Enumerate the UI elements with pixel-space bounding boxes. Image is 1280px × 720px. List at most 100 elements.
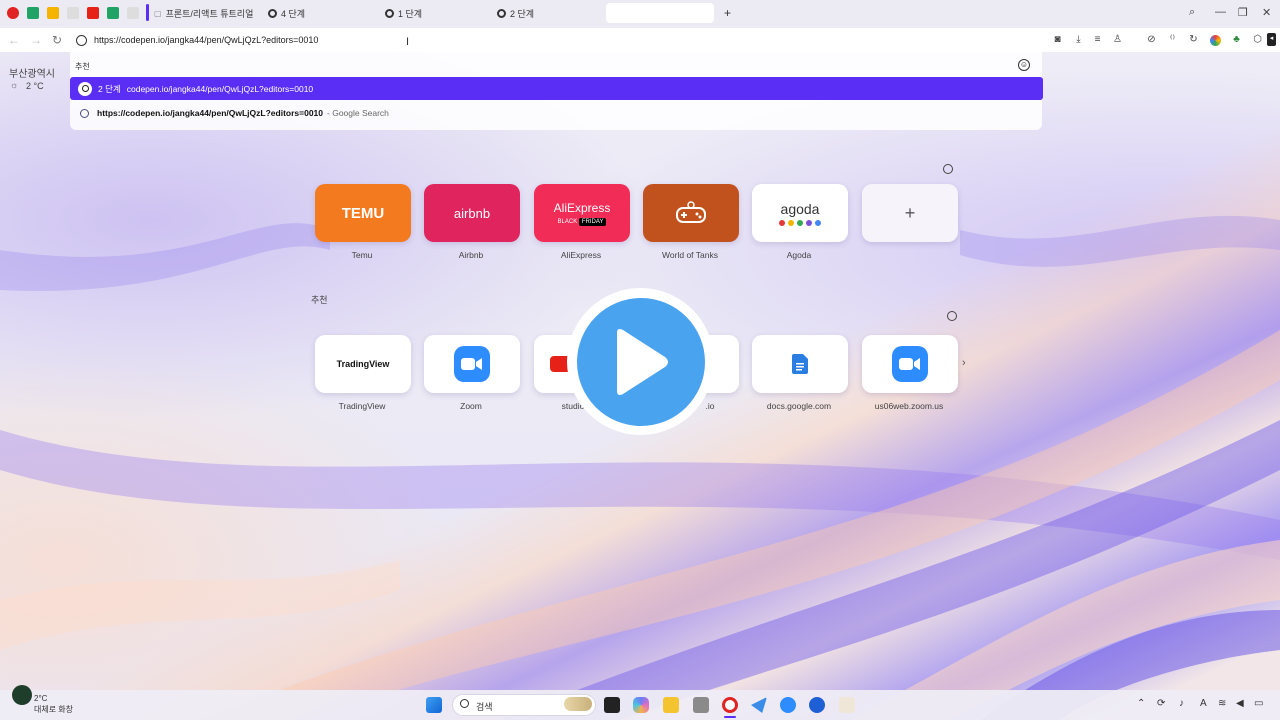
- google-docs-icon: [792, 354, 808, 374]
- site-info-icon[interactable]: [76, 35, 87, 46]
- video-play-button[interactable]: [567, 288, 714, 435]
- weather-city[interactable]: 부산광역시: [9, 65, 55, 80]
- tab-step-1[interactable]: 1 단계: [385, 3, 495, 23]
- emoji-icon[interactable]: ☺: [1018, 59, 1030, 71]
- speed-dial-label: Agoda: [786, 250, 812, 260]
- zoom-camera-icon: [892, 346, 928, 382]
- suggestion-google-search[interactable]: https://codepen.io/jangka44/pen/QwLjQzL?…: [70, 102, 1043, 124]
- speed-dial-temu[interactable]: TEMU: [315, 184, 411, 242]
- emoji-icon[interactable]: [947, 311, 957, 321]
- close-button[interactable]: ✕: [1262, 6, 1271, 19]
- weather-temp: 2 °C: [26, 81, 44, 91]
- minimize-button[interactable]: —: [1215, 6, 1226, 18]
- codepen-icon: [385, 8, 394, 18]
- sheets-pinned-icon[interactable]: [27, 7, 39, 19]
- speed-dial-label: Zoom: [460, 401, 482, 411]
- copilot-icon[interactable]: [633, 697, 649, 713]
- volume-icon[interactable]: ◀: [1236, 698, 1244, 709]
- pinned-tab-icon[interactable]: [67, 7, 79, 19]
- weather-widget-icon[interactable]: [12, 685, 32, 705]
- speed-dial-airbnb[interactable]: airbnb: [424, 184, 520, 242]
- section-label-recommended: 추천: [311, 295, 328, 305]
- speed-dial-zoom-web[interactable]: [862, 335, 958, 393]
- tab-step-4[interactable]: 4 단계: [268, 3, 378, 23]
- search-icon: [80, 108, 89, 118]
- speed-dial-label: World of Tanks: [662, 250, 718, 260]
- speed-dial-aliexpress[interactable]: AliExpress BLACK FRIDAY: [534, 184, 630, 242]
- speed-dial-label: us06web.zoom.us: [874, 401, 944, 411]
- radio-icon[interactable]: ⁽⁾: [1167, 34, 1178, 45]
- speed-dial-label: Temu: [351, 250, 373, 260]
- chevron-right-icon[interactable]: ›: [962, 357, 966, 369]
- zoom-workplace-icon[interactable]: [809, 697, 825, 713]
- tab-search-icon[interactable]: ⌕: [1189, 6, 1195, 19]
- download-icon[interactable]: ⤓: [1073, 34, 1084, 45]
- codepen-icon: [497, 8, 506, 18]
- sheets-pinned-icon-2[interactable]: [107, 7, 119, 19]
- emoji-icon[interactable]: [943, 164, 953, 174]
- speed-dial-add-button[interactable]: +: [862, 184, 958, 242]
- tab-step-2[interactable]: 2 단계: [497, 3, 602, 23]
- text-cursor-icon: I: [406, 36, 410, 48]
- color-extension-icon[interactable]: [1210, 35, 1221, 46]
- game-controller-icon: [676, 201, 706, 223]
- speed-dial-tradingview[interactable]: TradingView: [315, 335, 411, 393]
- file-explorer-icon[interactable]: [663, 697, 679, 713]
- agoda-dots: [779, 219, 821, 226]
- active-indicator: [724, 716, 736, 718]
- taskbar-weather-temp: 2°C: [34, 694, 48, 703]
- opera-icon[interactable]: [722, 697, 738, 713]
- sun-icon: ☼: [10, 80, 19, 90]
- taskbar-weather-desc: 대체로 화창: [34, 705, 74, 714]
- codepen-icon: [268, 8, 277, 18]
- url-input[interactable]: https://codepen.io/jangka44/pen/QwLjQzL?…: [94, 35, 318, 45]
- play-icon: [576, 297, 705, 426]
- sidebar-toggle-icon[interactable]: ◂: [1267, 33, 1276, 46]
- extensions-icon[interactable]: ⬡: [1252, 34, 1263, 45]
- speed-dial-zoom[interactable]: [424, 335, 520, 393]
- suggestion-header: 추천: [75, 62, 90, 71]
- app-icon[interactable]: [693, 697, 709, 713]
- leaf-extension-icon[interactable]: ♣: [1231, 34, 1242, 45]
- pinned-tab-icon-2[interactable]: [127, 7, 139, 19]
- windows-start-icon[interactable]: [426, 697, 442, 713]
- reload-icon[interactable]: ↻: [52, 33, 62, 47]
- search-highlight-icon: [564, 697, 592, 711]
- speed-dial-label: TradingView: [338, 401, 386, 411]
- tab-frontend-tutorial[interactable]: ▢ 프론트/리액트 튜트리얼: [154, 3, 264, 23]
- menu-icon[interactable]: ≡: [1092, 34, 1103, 45]
- back-icon[interactable]: ←: [8, 33, 20, 47]
- vpn-icon[interactable]: ⊘: [1146, 34, 1157, 45]
- tray-sync-icon[interactable]: ⟳: [1157, 698, 1165, 709]
- tab-active-blank[interactable]: [606, 3, 714, 23]
- tray-chevron-up-icon[interactable]: ⌃: [1137, 698, 1145, 709]
- speed-dial-label: Airbnb: [458, 250, 484, 260]
- network-icon[interactable]: ≋: [1218, 698, 1226, 709]
- zoom-icon[interactable]: [780, 697, 796, 713]
- search-icon: [460, 699, 469, 708]
- tab-group-indicator: [146, 4, 149, 21]
- youtube-pinned-icon[interactable]: [87, 7, 99, 19]
- snapshot-icon[interactable]: ◙: [1052, 34, 1063, 45]
- opera-logo-icon[interactable]: [7, 7, 19, 19]
- app-icon-2[interactable]: [839, 697, 855, 713]
- slides-pinned-icon[interactable]: [47, 7, 59, 19]
- profile-icon[interactable]: ♙: [1112, 34, 1123, 45]
- speed-dial-google-docs[interactable]: [752, 335, 848, 393]
- sync-icon[interactable]: ↻: [1188, 34, 1199, 45]
- speed-dial-agoda[interactable]: agoda: [752, 184, 848, 242]
- airbnb-logo: airbnb: [453, 205, 491, 221]
- forward-icon[interactable]: →: [30, 33, 42, 47]
- microphone-icon[interactable]: ♪: [1179, 698, 1184, 709]
- speed-dial-label: AliExpress: [560, 250, 602, 260]
- task-view-icon[interactable]: [604, 697, 620, 713]
- speed-dial-label: docs.google.com: [766, 401, 832, 411]
- font-icon[interactable]: A: [1200, 698, 1207, 709]
- new-tab-button[interactable]: +: [724, 3, 731, 23]
- suggestion-codepen[interactable]: 2 단계 codepen.io/jangka44/pen/QwLjQzL?edi…: [70, 77, 1043, 100]
- battery-icon[interactable]: ▭: [1254, 698, 1263, 709]
- maximize-button[interactable]: ❐: [1238, 6, 1248, 19]
- codepen-icon: [78, 81, 92, 96]
- speed-dial-world-of-tanks[interactable]: [643, 184, 739, 242]
- zoom-camera-icon: [454, 346, 490, 382]
